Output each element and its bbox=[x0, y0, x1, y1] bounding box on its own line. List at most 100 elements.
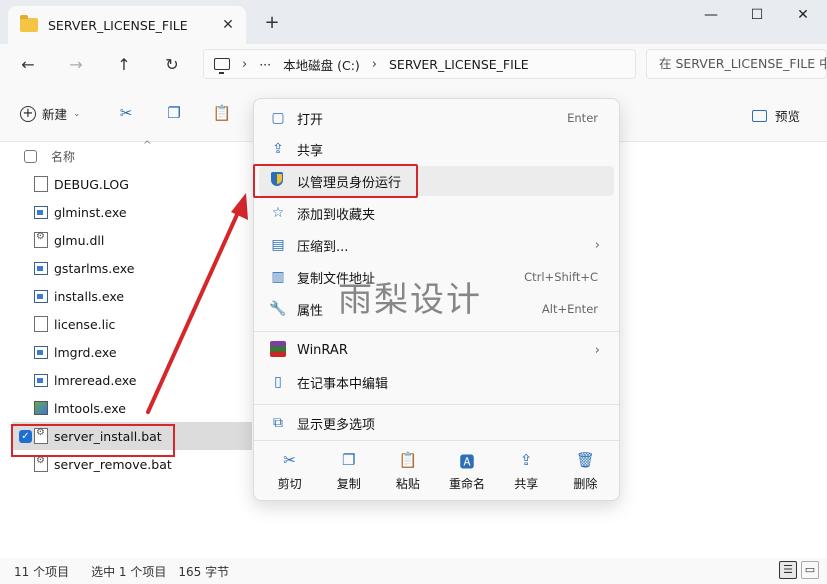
new-label: 新建 bbox=[42, 107, 68, 122]
file-row[interactable]: license.lic bbox=[12, 310, 252, 338]
more-options-icon: ⧉ bbox=[273, 415, 283, 431]
sort-caret-icon[interactable]: ^ bbox=[143, 140, 151, 151]
menu-divider bbox=[254, 440, 621, 441]
menu-item-winrar[interactable]: WinRAR › bbox=[259, 335, 614, 365]
menu-item-notepad[interactable]: ▯ 在记事本中编辑 bbox=[259, 367, 614, 397]
menu-tool-delete[interactable]: 🗑 删除 bbox=[557, 451, 613, 499]
navigation-bar: ← → ↑ ↻ › ··· 本地磁盘 (C:) › SERVER_LICENSE… bbox=[0, 44, 827, 86]
menu-divider bbox=[254, 404, 621, 405]
menu-item-more-options[interactable]: ⧉ 显示更多选项 bbox=[259, 408, 614, 438]
run-as-admin-highlight bbox=[253, 164, 418, 198]
address-bar[interactable]: › ··· 本地磁盘 (C:) › SERVER_LICENSE_FILE bbox=[203, 49, 636, 79]
menu-item-star[interactable]: ☆ 添加到收藏夹 bbox=[259, 198, 614, 228]
file-row[interactable]: gstarlms.exe bbox=[12, 254, 252, 282]
details-view-icon[interactable]: ☰ bbox=[779, 561, 797, 579]
file-name: glminst.exe bbox=[54, 204, 127, 220]
open-icon: ▢ bbox=[271, 110, 285, 126]
menu-tool-copy[interactable]: ❐ 复制 bbox=[321, 451, 377, 499]
tab-server-license-file[interactable]: SERVER_LICENSE_FILE ✕ bbox=[8, 6, 246, 44]
breadcrumb-overflow[interactable]: ··· bbox=[259, 57, 271, 72]
forward-button[interactable]: → bbox=[61, 52, 91, 78]
file-row[interactable]: lmtools.exe bbox=[12, 394, 252, 422]
doc-file-icon bbox=[34, 316, 48, 332]
menu-tool-cut[interactable]: ✂ 剪切 bbox=[262, 451, 318, 499]
chevron-right-icon: › bbox=[594, 342, 600, 358]
paste-icon[interactable]: 📋 bbox=[211, 104, 233, 124]
file-row[interactable]: DEBUG.LOG bbox=[12, 170, 252, 198]
tiles-view-icon[interactable]: ▭ bbox=[801, 561, 819, 579]
file-row[interactable]: lmreread.exe bbox=[12, 366, 252, 394]
menu-item-shortcut: Ctrl+Shift+C bbox=[524, 270, 598, 284]
copy-icon[interactable]: ❐ bbox=[163, 104, 185, 124]
cut-icon[interactable]: ✂ bbox=[115, 104, 137, 124]
file-row[interactable]: glmu.dll bbox=[12, 226, 252, 254]
title-bar: SERVER_LICENSE_FILE ✕ + — ☐ ✕ bbox=[0, 0, 827, 44]
menu-item-zip[interactable]: ▤ 压缩到... › bbox=[259, 230, 614, 260]
delete-icon: 🗑 bbox=[575, 451, 595, 469]
selection-count: 选中 1 个项目 bbox=[91, 564, 167, 579]
winrar-icon bbox=[269, 341, 287, 359]
menu-tool-label: 重命名 bbox=[449, 477, 486, 491]
back-button[interactable]: ← bbox=[13, 52, 43, 78]
minimize-button[interactable]: — bbox=[688, 4, 734, 28]
file-name: installs.exe bbox=[54, 288, 125, 304]
chevron-down-icon: ⌄ bbox=[73, 108, 81, 119]
file-row[interactable]: installs.exe bbox=[12, 282, 252, 310]
search-input[interactable]: 在 SERVER_LICENSE_FILE 中 bbox=[646, 49, 827, 79]
chevron-right-icon: › bbox=[594, 237, 600, 253]
file-name: server_remove.bat bbox=[54, 456, 172, 472]
file-name: gstarlms.exe bbox=[54, 260, 135, 276]
file-row[interactable]: glminst.exe bbox=[12, 198, 252, 226]
menu-tool-label: 共享 bbox=[514, 477, 539, 491]
file-name: lmreread.exe bbox=[54, 372, 137, 388]
file-row[interactable]: lmgrd.exe bbox=[12, 338, 252, 366]
menu-item-shortcut: Alt+Enter bbox=[541, 302, 598, 316]
share-icon: ⇪ bbox=[519, 451, 533, 469]
preview-button[interactable]: 预览 bbox=[752, 106, 800, 125]
doc-file-icon bbox=[34, 176, 48, 192]
watermark: 雨梨设计 bbox=[338, 280, 482, 320]
close-window-button[interactable]: ✕ bbox=[780, 4, 826, 28]
status-bar: 11 个项目 选中 1 个项目 165 字节 bbox=[0, 558, 827, 584]
maximize-button[interactable]: ☐ bbox=[734, 4, 780, 28]
rename-icon: 🅰 bbox=[459, 453, 475, 471]
menu-item-open[interactable]: ▢ 打开 Enter bbox=[259, 103, 614, 133]
column-header-name[interactable]: 名称 bbox=[24, 148, 75, 165]
menu-divider bbox=[254, 331, 621, 332]
star-icon: ☆ bbox=[271, 205, 285, 221]
select-all-checkbox[interactable] bbox=[24, 150, 37, 163]
context-menu-toolbar: ✂ 剪切 ❐ 复制 📋 粘贴 🅰 重命名 ⇪ 共享 🗑 删除 bbox=[254, 451, 621, 499]
new-button[interactable]: + 新建 ⌄ bbox=[20, 104, 81, 123]
file-name: DEBUG.LOG bbox=[54, 176, 129, 192]
computer-icon bbox=[214, 58, 230, 74]
preview-pane-icon bbox=[752, 109, 767, 122]
menu-item-share[interactable]: ⇪ 共享 bbox=[259, 134, 614, 164]
menu-tool-share[interactable]: ⇪ 共享 bbox=[498, 451, 554, 499]
up-button[interactable]: ↑ bbox=[109, 52, 139, 78]
breadcrumb-drive[interactable]: 本地磁盘 (C:) bbox=[283, 55, 360, 74]
exe-file-icon bbox=[34, 205, 48, 219]
menu-tool-paste[interactable]: 📋 粘贴 bbox=[380, 451, 436, 499]
menu-tool-label: 复制 bbox=[336, 477, 361, 491]
selected-file-highlight bbox=[11, 424, 175, 457]
folder-icon bbox=[20, 15, 38, 32]
file-name: lmtools.exe bbox=[54, 400, 126, 416]
zip-icon: ▤ bbox=[271, 237, 285, 253]
menu-item-label: 显示更多选项 bbox=[297, 417, 376, 433]
breadcrumb-folder[interactable]: SERVER_LICENSE_FILE bbox=[389, 57, 529, 72]
new-tab-button[interactable]: + bbox=[258, 12, 286, 36]
refresh-button[interactable]: ↻ bbox=[157, 52, 187, 78]
exe-file-icon bbox=[34, 289, 48, 303]
menu-tool-label: 剪切 bbox=[277, 477, 302, 491]
bat-file-icon bbox=[34, 231, 48, 248]
menu-item-label: 在记事本中编辑 bbox=[297, 376, 389, 392]
file-name: glmu.dll bbox=[54, 232, 105, 248]
preview-label: 预览 bbox=[775, 109, 801, 124]
wrench-icon: 🔧 bbox=[269, 301, 287, 317]
menu-item-label: WinRAR bbox=[297, 342, 348, 358]
file-name: lmgrd.exe bbox=[54, 344, 117, 360]
chevron-right-icon: › bbox=[371, 56, 377, 72]
close-tab-icon[interactable]: ✕ bbox=[216, 17, 240, 33]
menu-tool-rename[interactable]: 🅰 重命名 bbox=[439, 451, 495, 499]
plus-icon: + bbox=[20, 105, 36, 122]
